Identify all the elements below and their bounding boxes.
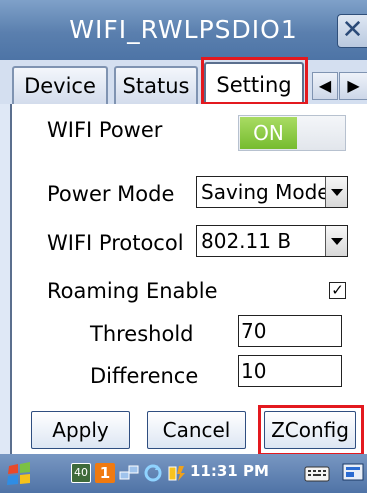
tab-scroll-right-button[interactable]: ▶: [339, 72, 367, 100]
roaming-enable-checkbox[interactable]: ✓: [329, 282, 346, 299]
difference-label: Difference: [90, 364, 199, 388]
setting-tab-highlight: [201, 57, 308, 105]
cancel-button[interactable]: Cancel: [147, 411, 246, 449]
wifi-protocol-label: WIFI Protocol: [47, 231, 184, 255]
tab-status[interactable]: Status: [114, 66, 198, 104]
close-button[interactable]: ✕: [337, 14, 367, 48]
notification-badge-icon[interactable]: 1: [95, 463, 115, 483]
start-icon[interactable]: [3, 460, 37, 488]
tab-scroll-left-button[interactable]: ◀: [312, 72, 338, 100]
wifi-protocol-value: 802.11 B: [201, 229, 292, 253]
chevron-down-icon[interactable]: [325, 177, 347, 207]
taskbar-clock[interactable]: 11:31 PM: [190, 462, 269, 480]
power-mode-value: Saving Mode: [201, 180, 330, 204]
chevron-down-icon[interactable]: [325, 226, 347, 256]
zconfig-highlight: [258, 405, 364, 456]
network-icon[interactable]: [119, 463, 139, 483]
keyboard-icon[interactable]: [304, 461, 330, 485]
window-title: WIFI_RWLPSDIO1: [69, 15, 298, 44]
threshold-field[interactable]: 70: [238, 315, 342, 347]
threshold-label: Threshold: [90, 322, 194, 346]
roaming-enable-label: Roaming Enable: [47, 279, 218, 303]
wifi-protocol-select[interactable]: 802.11 B: [196, 225, 348, 257]
tab-device[interactable]: Device: [12, 66, 108, 104]
power-mode-label: Power Mode: [47, 182, 175, 206]
wifi-power-toggle-on[interactable]: ON: [240, 117, 297, 149]
sync-icon[interactable]: [143, 463, 163, 483]
apply-button[interactable]: Apply: [31, 411, 130, 449]
wifi-power-label: WIFI Power: [47, 118, 163, 142]
battery-icon[interactable]: [167, 463, 187, 483]
power-mode-select[interactable]: Saving Mode: [196, 176, 348, 208]
difference-field[interactable]: 10: [238, 355, 342, 387]
desktop-icon[interactable]: [341, 461, 365, 485]
signal-tray-icon[interactable]: 40: [71, 463, 91, 483]
